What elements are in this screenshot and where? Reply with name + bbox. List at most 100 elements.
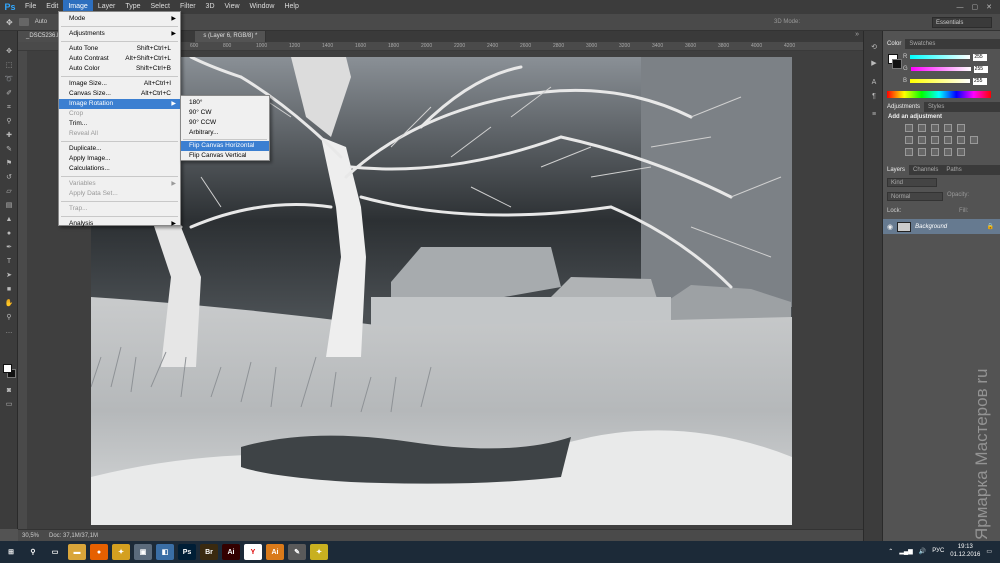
maximize-icon[interactable]: ▢ [972, 3, 979, 11]
actions-panel-icon[interactable]: ▶ [869, 59, 879, 69]
menu-item-auto-tone[interactable]: Auto Tone Shift+Ctrl+L [59, 44, 180, 54]
healing-brush-icon[interactable]: ✚ [4, 131, 14, 140]
tab-paths[interactable]: Paths [942, 165, 965, 175]
adjustment-icon[interactable] [918, 136, 926, 144]
blue-slider-row[interactable]: B 255 [903, 77, 998, 85]
zoom-tool-icon[interactable]: ⚲ [4, 313, 14, 322]
tab-layers[interactable]: Layers [883, 165, 910, 175]
bridge-icon[interactable]: Br [200, 544, 218, 560]
menu-item-canvas-size[interactable]: Canvas Size... Alt+Ctrl+C [59, 89, 180, 99]
green-slider[interactable] [910, 67, 971, 71]
green-value[interactable]: 255 [973, 65, 988, 73]
rotation-item-90-cw[interactable]: 90° CW [181, 108, 269, 118]
type-tool-icon[interactable]: T [4, 257, 14, 266]
app-icon-star[interactable]: ✦ [310, 544, 328, 560]
illustrator-icon[interactable]: Ai [222, 544, 240, 560]
pen-tool-icon[interactable]: ✒ [4, 243, 14, 252]
close-icon[interactable]: ✕ [986, 3, 992, 11]
menu-window[interactable]: Window [245, 0, 280, 14]
menu-item-mode[interactable]: Mode ▶ [59, 14, 180, 24]
app-icon-blue[interactable]: ◧ [156, 544, 174, 560]
network-icon[interactable]: ▂▄▆ [899, 548, 912, 555]
red-slider[interactable] [910, 55, 971, 59]
quick-mask-icon[interactable]: ◙ [4, 386, 14, 395]
workspace-select[interactable]: Essentials [932, 17, 992, 28]
layer-name[interactable]: Background [915, 224, 947, 230]
menu-item-analysis[interactable]: Analysis ▶ [59, 219, 180, 229]
foreground-color-swatch[interactable] [3, 364, 12, 373]
move-tool-icon[interactable]: ✥ [6, 18, 13, 27]
adjustment-icon[interactable] [970, 136, 978, 144]
adjustment-icon[interactable] [957, 124, 965, 132]
lasso-tool-icon[interactable]: ➰ [4, 75, 14, 84]
tab-color[interactable]: Color [883, 39, 906, 49]
color-spectrum[interactable] [887, 91, 991, 98]
rotation-item-flip-canvas-vertical[interactable]: Flip Canvas Vertical [181, 151, 269, 161]
menu-item-calculations[interactable]: Calculations... [59, 164, 180, 174]
dodge-tool-icon[interactable]: ● [4, 229, 14, 238]
clone-stamp-icon[interactable]: ⚑ [4, 159, 14, 168]
adjustment-icon[interactable] [944, 136, 952, 144]
zoom-level[interactable]: 30,5% [22, 533, 39, 539]
app-icon-orange[interactable]: Ai [266, 544, 284, 560]
menu-item-image-rotation[interactable]: Image Rotation ▶ [59, 99, 180, 109]
app-icon-tools[interactable]: ✎ [288, 544, 306, 560]
menu-view[interactable]: View [220, 0, 245, 14]
layer-filter-kind[interactable]: Kind [887, 178, 937, 187]
image-viewer-icon[interactable]: ▣ [134, 544, 152, 560]
marquee-tool-icon[interactable]: ⬚ [4, 61, 14, 70]
blue-value[interactable]: 255 [973, 77, 988, 85]
firefox-icon[interactable]: ● [90, 544, 108, 560]
adjustment-icon[interactable] [905, 124, 913, 132]
adjustment-icon[interactable] [944, 124, 952, 132]
language-indicator[interactable]: РУС [932, 548, 944, 554]
color-panel-background-swatch[interactable] [892, 59, 902, 69]
paragraph-panel-icon[interactable]: ¶ [869, 93, 879, 103]
history-panel-icon[interactable]: ⟲ [869, 43, 879, 53]
crop-tool-icon[interactable]: ⌗ [4, 103, 14, 112]
volume-icon[interactable]: 🔊 [919, 548, 926, 555]
tab-adjustments[interactable]: Adjustments [883, 102, 925, 112]
red-slider-row[interactable]: R 255 [903, 53, 998, 61]
properties-panel-icon[interactable]: ≡ [869, 111, 879, 121]
red-value[interactable]: 255 [973, 53, 988, 61]
adjustment-icon[interactable] [944, 148, 952, 156]
menu-item-auto-color[interactable]: Auto Color Shift+Ctrl+B [59, 64, 180, 74]
app-icon-x[interactable]: ✦ [112, 544, 130, 560]
blur-tool-icon[interactable]: ▲ [4, 215, 14, 224]
tool-option[interactable] [18, 18, 29, 26]
adjustment-icon[interactable] [931, 148, 939, 156]
adjustment-icon[interactable] [918, 124, 926, 132]
menu-item-duplicate[interactable]: Duplicate... [59, 144, 180, 154]
adjustment-icon[interactable] [918, 148, 926, 156]
menu-help[interactable]: Help [279, 0, 303, 14]
tab-swatches[interactable]: Swatches [905, 39, 939, 49]
file-explorer-icon[interactable]: ▬ [68, 544, 86, 560]
adjustment-icon[interactable] [905, 136, 913, 144]
tab-menu-icon[interactable]: » [855, 31, 859, 38]
adjustment-icon[interactable] [957, 148, 965, 156]
adjustment-icon[interactable] [931, 124, 939, 132]
layer-row-background[interactable]: ◉ Background 🔒 [883, 219, 1000, 234]
document-tab-active[interactable]: s (Layer 6, RGB/8) * [195, 31, 267, 42]
rotation-item-180[interactable]: 180° [181, 98, 269, 108]
eye-icon[interactable]: ◉ [887, 223, 893, 231]
move-tool-icon[interactable]: ✥ [4, 47, 14, 56]
menu-item-auto-contrast[interactable]: Auto Contrast Alt+Shift+Ctrl+L [59, 54, 180, 64]
brush-tool-icon[interactable]: ✎ [4, 145, 14, 154]
adjustment-icon[interactable] [905, 148, 913, 156]
path-select-tool-icon[interactable]: ➤ [4, 271, 14, 280]
tab-channels[interactable]: Channels [909, 165, 942, 175]
more-tools-icon[interactable]: … [4, 327, 14, 336]
menu-3d[interactable]: 3D [201, 0, 220, 14]
blend-mode-select[interactable]: Normal [887, 192, 943, 201]
notifications-icon[interactable]: ▭ [986, 548, 992, 555]
menu-item-trim[interactable]: Trim... [59, 119, 180, 129]
shape-tool-icon[interactable]: ■ [4, 285, 14, 294]
task-view-icon[interactable]: ▭ [46, 544, 64, 560]
character-panel-icon[interactable]: A [869, 79, 879, 89]
tray-arrow-icon[interactable]: ⌃ [888, 548, 893, 555]
gradient-tool-icon[interactable]: ▤ [4, 201, 14, 210]
menu-item-apply-image[interactable]: Apply Image... [59, 154, 180, 164]
clock[interactable]: 19:13 01.12.2016 [950, 543, 980, 559]
